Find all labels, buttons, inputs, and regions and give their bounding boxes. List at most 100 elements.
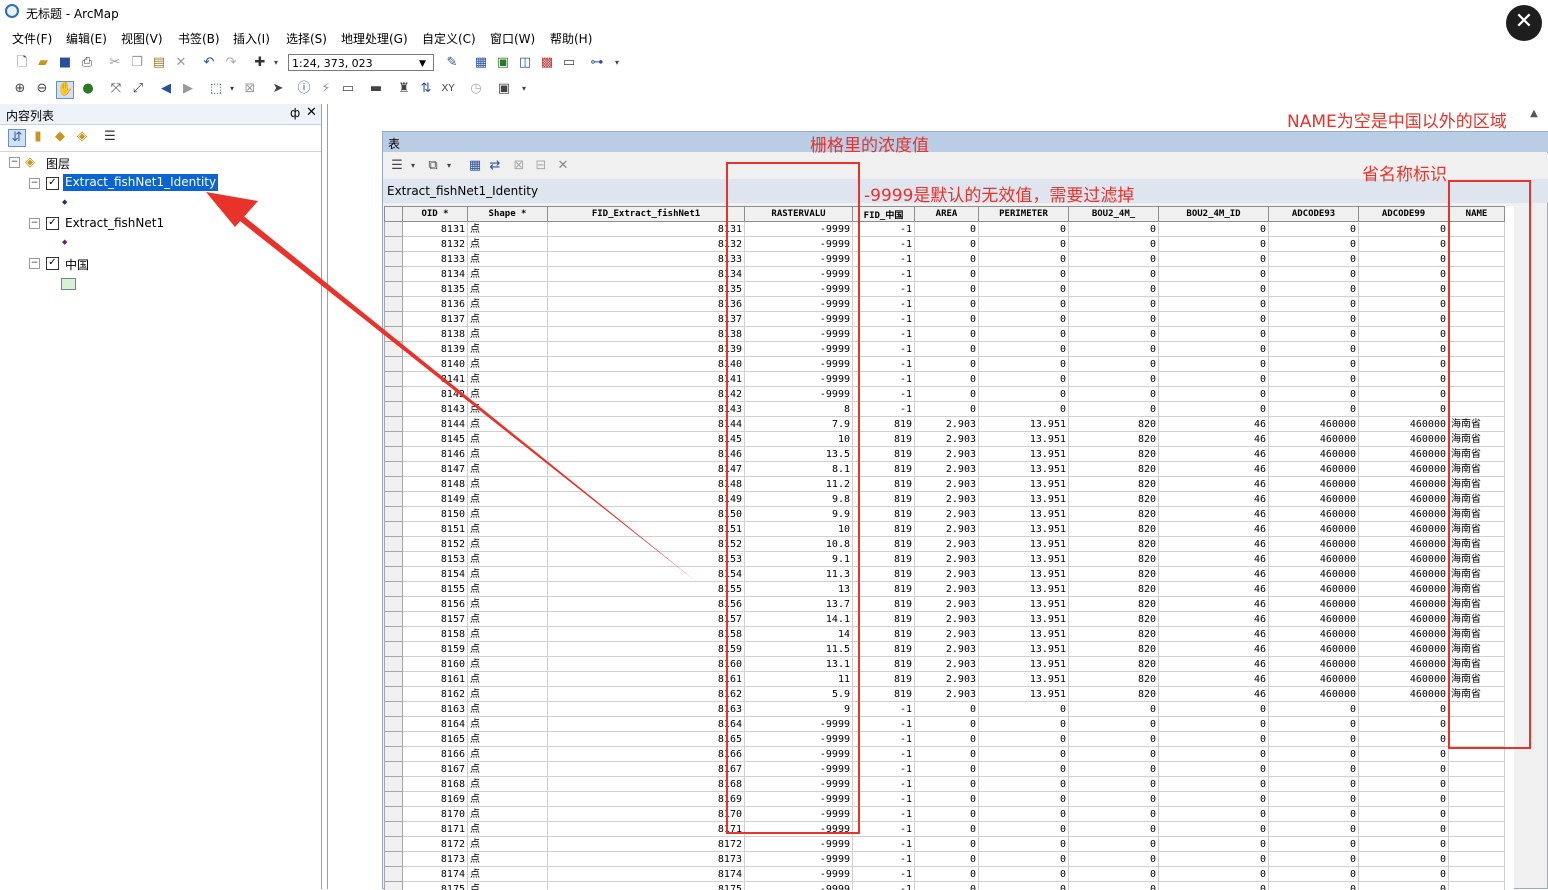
- table-cell[interactable]: 13.951: [979, 597, 1069, 612]
- table-cell[interactable]: 13.951: [979, 582, 1069, 597]
- table-cell[interactable]: -1: [853, 762, 915, 777]
- table-cell[interactable]: 点: [468, 342, 548, 357]
- table-cell[interactable]: 8168: [403, 777, 468, 792]
- table-cell[interactable]: 0: [1269, 252, 1359, 267]
- table-cell[interactable]: [1449, 777, 1505, 792]
- table-cell[interactable]: 460000: [1269, 597, 1359, 612]
- table-cell[interactable]: 13.951: [979, 642, 1069, 657]
- menu-customize[interactable]: 自定义(C): [422, 30, 476, 47]
- table-cell[interactable]: 0: [1159, 792, 1269, 807]
- table-cell[interactable]: 点: [468, 507, 548, 522]
- table-cell[interactable]: 0: [979, 282, 1069, 297]
- html-popup-icon[interactable]: ▭: [340, 81, 356, 97]
- clear-selection-icon[interactable]: ⊠: [242, 81, 258, 97]
- table-cell[interactable]: 8131: [548, 222, 745, 237]
- table-cell[interactable]: 0: [1069, 387, 1159, 402]
- table-cell[interactable]: 0: [1359, 777, 1449, 792]
- list-by-source-icon[interactable]: ▮: [30, 129, 46, 145]
- table-cell[interactable]: 46: [1159, 612, 1269, 627]
- measure-icon[interactable]: ▬: [368, 81, 384, 97]
- zoom-out-icon[interactable]: ⊖: [34, 81, 50, 97]
- table-cell[interactable]: -1: [853, 372, 915, 387]
- table-cell[interactable]: 点: [468, 747, 548, 762]
- table-cell[interactable]: 460000: [1269, 687, 1359, 702]
- table-cell[interactable]: 0: [979, 402, 1069, 417]
- menu-window[interactable]: 窗口(W): [490, 30, 535, 47]
- layer-visibility-checkbox[interactable]: ✓: [46, 257, 59, 270]
- table-cell[interactable]: 13.951: [979, 432, 1069, 447]
- table-cell[interactable]: 8133: [403, 252, 468, 267]
- table-cell[interactable]: 46: [1159, 597, 1269, 612]
- row-selector[interactable]: [385, 627, 403, 642]
- table-cell[interactable]: 0: [1069, 252, 1159, 267]
- table-cell[interactable]: 8153: [548, 552, 745, 567]
- table-cell[interactable]: 2.903: [915, 522, 979, 537]
- row-selector[interactable]: [385, 702, 403, 717]
- table-cell[interactable]: 0: [915, 702, 979, 717]
- table-cell[interactable]: 13.951: [979, 417, 1069, 432]
- table-cell[interactable]: 8160: [403, 657, 468, 672]
- table-cell[interactable]: 820: [1069, 537, 1159, 552]
- table-cell[interactable]: 0: [979, 702, 1069, 717]
- toc-options-icon[interactable]: ☰: [102, 129, 118, 145]
- table-cell[interactable]: [1449, 852, 1505, 867]
- table-cell[interactable]: 2.903: [915, 447, 979, 462]
- table-cell[interactable]: 0: [1159, 702, 1269, 717]
- table-cell[interactable]: 0: [1269, 312, 1359, 327]
- table-row[interactable]: 8146点814613.58192.90313.9518204646000046…: [385, 447, 1505, 462]
- table-cell[interactable]: 13.951: [979, 447, 1069, 462]
- table-cell[interactable]: 8165: [548, 732, 745, 747]
- table-cell[interactable]: 0: [915, 282, 979, 297]
- table-cell[interactable]: 0: [979, 852, 1069, 867]
- row-selector[interactable]: [385, 852, 403, 867]
- table-cell[interactable]: 0: [1069, 852, 1159, 867]
- table-cell[interactable]: 0: [979, 327, 1069, 342]
- table-cell[interactable]: 0: [1269, 387, 1359, 402]
- table-cell[interactable]: 0: [979, 387, 1069, 402]
- save-icon[interactable]: ■: [57, 55, 73, 71]
- table-cell[interactable]: 460000: [1269, 477, 1359, 492]
- select-by-attributes-icon[interactable]: ▦: [467, 158, 483, 174]
- python-window-icon[interactable]: ▭: [561, 55, 577, 71]
- table-cell[interactable]: 0: [1069, 717, 1159, 732]
- select-features-icon[interactable]: ⬚: [208, 81, 224, 97]
- table-cell[interactable]: 46: [1159, 417, 1269, 432]
- arctoolbox-icon[interactable]: ▩: [539, 55, 555, 71]
- table-cell[interactable]: 820: [1069, 447, 1159, 462]
- table-cell[interactable]: 0: [979, 357, 1069, 372]
- table-cell[interactable]: 0: [915, 837, 979, 852]
- column-header[interactable]: BOU2_4M_ID: [1159, 207, 1269, 222]
- hyperlink-icon[interactable]: ⚡: [318, 81, 334, 97]
- row-selector[interactable]: [385, 507, 403, 522]
- table-cell[interactable]: 460000: [1359, 462, 1449, 477]
- table-cell[interactable]: 点: [468, 522, 548, 537]
- table-cell[interactable]: 460000: [1269, 462, 1359, 477]
- table-cell[interactable]: 13.951: [979, 552, 1069, 567]
- table-cell[interactable]: -1: [853, 792, 915, 807]
- table-cell[interactable]: 0: [915, 327, 979, 342]
- table-cell[interactable]: 0: [1159, 222, 1269, 237]
- table-cell[interactable]: 0: [1159, 342, 1269, 357]
- table-cell[interactable]: 8172: [403, 837, 468, 852]
- table-cell[interactable]: 2.903: [915, 642, 979, 657]
- table-cell[interactable]: 8165: [403, 732, 468, 747]
- layer-extract-fishnet1-identity[interactable]: Extract_fishNet1_Identity: [63, 174, 218, 191]
- table-cell[interactable]: 13.951: [979, 507, 1069, 522]
- table-cell[interactable]: 0: [1069, 837, 1159, 852]
- table-cell[interactable]: 0: [979, 867, 1069, 882]
- table-cell[interactable]: 8138: [403, 327, 468, 342]
- table-cell[interactable]: 8145: [548, 432, 745, 447]
- table-cell[interactable]: 820: [1069, 507, 1159, 522]
- table-cell[interactable]: -9999: [745, 867, 853, 882]
- table-cell[interactable]: 8148: [548, 477, 745, 492]
- table-cell[interactable]: 460000: [1269, 567, 1359, 582]
- table-cell[interactable]: 820: [1069, 657, 1159, 672]
- table-cell[interactable]: 819: [853, 672, 915, 687]
- table-cell[interactable]: 8169: [403, 792, 468, 807]
- fixed-zoom-in-icon[interactable]: ⤧: [108, 81, 124, 97]
- table-row[interactable]: 8169点8169-9999-1000000: [385, 792, 1505, 807]
- table-row[interactable]: 8167点8167-9999-1000000: [385, 762, 1505, 777]
- table-row[interactable]: 8153点81539.18192.90313.95182046460000460…: [385, 552, 1505, 567]
- table-cell[interactable]: 819: [853, 462, 915, 477]
- table-cell[interactable]: 8159: [403, 642, 468, 657]
